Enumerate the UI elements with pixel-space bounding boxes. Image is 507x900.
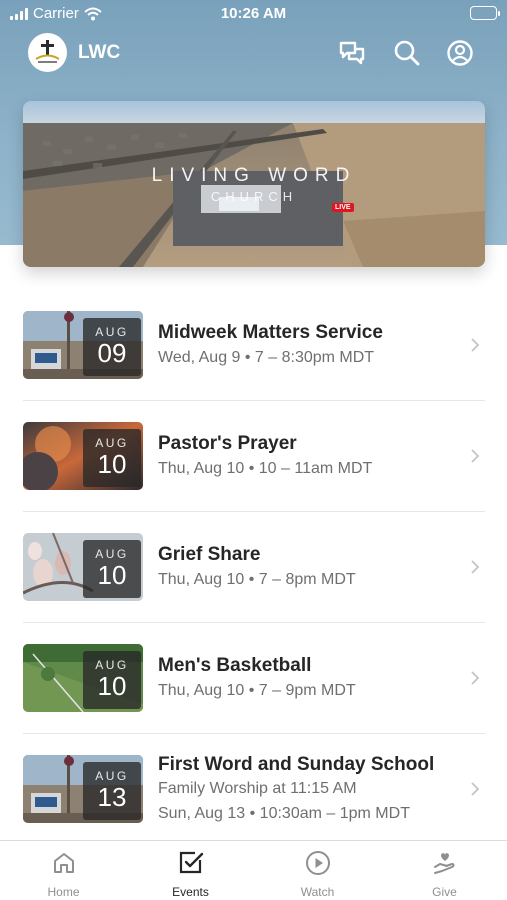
event-date-badge: AUG 10	[83, 429, 141, 487]
event-row[interactable]: AUG 13 First Word and Sunday School Fami…	[23, 734, 485, 845]
chevron-right-icon	[471, 338, 480, 352]
event-row[interactable]: AUG 09 Midweek Matters Service Wed, Aug …	[23, 290, 485, 401]
play-icon	[305, 851, 330, 875]
event-title: First Word and Sunday School	[158, 754, 435, 775]
hero-title: LIVING WORD	[151, 165, 357, 186]
battery-icon	[470, 6, 500, 20]
event-date-badge: AUG 13	[83, 762, 141, 820]
event-title: Midweek Matters Service	[158, 322, 383, 343]
tab-home-label: Home	[47, 885, 80, 899]
event-thumbnail: AUG 10	[23, 422, 143, 490]
church-logo[interactable]	[28, 33, 67, 72]
event-datetime: Thu, Aug 10 • 7 – 8pm MDT	[158, 571, 356, 588]
status-time: 10:26 AM	[220, 5, 287, 22]
tab-watch[interactable]: Watch	[254, 841, 381, 900]
event-month: AUG	[95, 547, 129, 561]
app-header: LWC	[0, 32, 507, 74]
event-day: 10	[97, 449, 127, 479]
search-icon[interactable]	[392, 38, 422, 68]
event-thumbnail: AUG 10	[23, 533, 143, 601]
live-badge: LIVE	[332, 203, 354, 212]
event-title: Pastor's Prayer	[158, 433, 297, 454]
chevron-right-icon	[471, 449, 480, 463]
chevron-right-icon	[471, 560, 480, 574]
event-row[interactable]: AUG 10 Grief Share Thu, Aug 10 • 7 – 8pm…	[23, 512, 485, 623]
event-datetime: Wed, Aug 9 • 7 – 8:30pm MDT	[158, 349, 375, 366]
event-row[interactable]: AUG 10 Pastor's Prayer Thu, Aug 10 • 10 …	[23, 401, 485, 512]
event-thumbnail: AUG 10	[23, 644, 143, 712]
tab-events[interactable]: Events	[127, 841, 254, 900]
event-day: 10	[97, 560, 127, 590]
event-month: AUG	[95, 436, 129, 450]
event-title: Grief Share	[158, 544, 261, 565]
event-thumbnail: AUG 13	[23, 755, 143, 823]
status-bar: Carrier 10:26 AM	[0, 0, 507, 28]
calendar-check-icon	[179, 851, 203, 874]
event-month: AUG	[95, 658, 129, 672]
event-datetime: Thu, Aug 10 • 10 – 11am MDT	[158, 460, 373, 477]
tab-give-label: Give	[432, 885, 457, 899]
give-hand-heart-icon	[433, 853, 454, 874]
event-day: 13	[97, 782, 127, 812]
event-month: AUG	[95, 769, 129, 783]
event-title: Men's Basketball	[158, 655, 312, 676]
tab-home[interactable]: Home	[0, 841, 127, 900]
event-thumbnail: AUG 09	[23, 311, 143, 379]
home-icon	[53, 853, 74, 873]
event-subtitle: Family Worship at 11:15 AM	[158, 780, 357, 797]
event-datetime: Thu, Aug 10 • 7 – 9pm MDT	[158, 682, 356, 699]
chevron-right-icon	[471, 782, 480, 796]
hero-subtitle: CHURCH	[210, 189, 298, 204]
hero-banner[interactable]: LIVING WORD CHURCH LIVE	[23, 101, 485, 267]
tab-watch-label: Watch	[300, 885, 335, 899]
event-day: 09	[97, 338, 127, 368]
chat-icon[interactable]	[337, 38, 367, 68]
event-day: 10	[97, 671, 127, 701]
event-date-badge: AUG 10	[83, 651, 141, 709]
chevron-right-icon	[471, 671, 480, 685]
event-row[interactable]: AUG 10 Men's Basketball Thu, Aug 10 • 7 …	[23, 623, 485, 734]
tab-bar: Home Events Watch Give	[0, 840, 507, 900]
tab-give[interactable]: Give	[381, 841, 507, 900]
account-icon[interactable]	[445, 38, 475, 68]
app-name: LWC	[78, 42, 121, 63]
tab-events-label: Events	[172, 885, 209, 899]
event-date-badge: AUG 10	[83, 540, 141, 598]
event-datetime: Sun, Aug 13 • 10:30am – 1pm MDT	[158, 805, 410, 822]
event-date-badge: AUG 09	[83, 318, 141, 376]
event-month: AUG	[95, 325, 129, 339]
